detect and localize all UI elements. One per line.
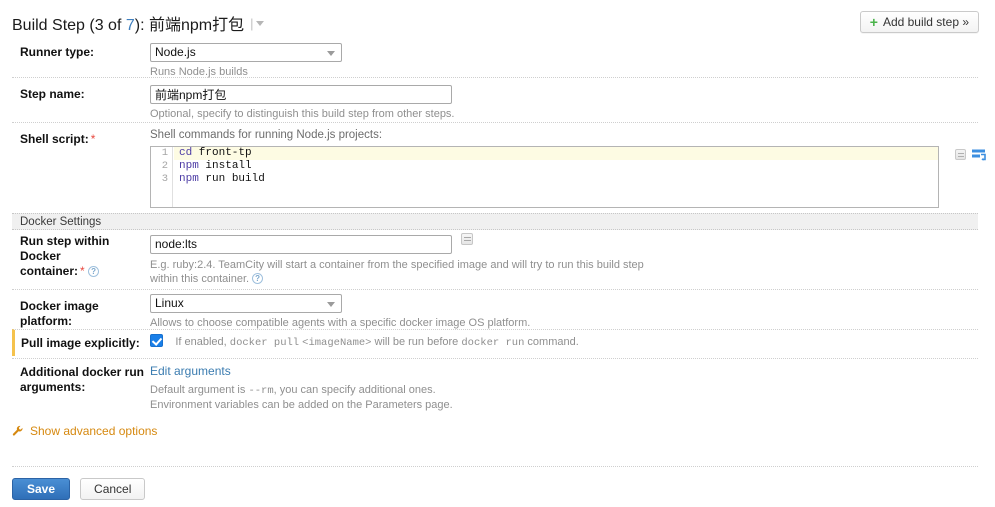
code-line: npm install — [174, 160, 938, 173]
page-title: Build Step (3 of 7): 前端npm打包 | — [12, 11, 266, 35]
add-build-step-button[interactable]: + Add build step » — [860, 11, 979, 33]
line-number: 3 — [151, 173, 172, 186]
docker-platform-select-wrapper: Linux — [150, 294, 342, 313]
row-step-name: Step name: Optional, specify to distingu… — [12, 77, 978, 117]
pull-image-label: Pull image explicitly: — [21, 336, 149, 351]
docker-run-args-hint-line1: Default argument is --rm, you can specif… — [150, 383, 453, 398]
code-line: npm run build — [174, 173, 938, 186]
plus-icon: + — [870, 15, 878, 29]
editor-code-lines: cd front-tp npm install npm run build — [174, 147, 938, 186]
code-docker-pull: docker pull — [230, 337, 299, 349]
page-title-step-name: 前端npm打包 — [149, 17, 244, 34]
add-build-step-label: Add build step » — [883, 15, 969, 29]
runner-type-label: Runner type: — [20, 45, 148, 60]
runner-type-select-wrapper: Node.js — [150, 43, 342, 62]
row-pull-image: Pull image explicitly: If enabled, docke… — [12, 329, 978, 356]
editor-settings-icon[interactable] — [955, 149, 966, 160]
docker-container-label: Run step within Docker container:* ? — [20, 234, 148, 279]
shell-script-editor[interactable]: 1 2 3 cd front-tp npm install npm run bu… — [150, 146, 939, 208]
docker-settings-section-header: Docker Settings — [12, 213, 978, 230]
footer-divider — [12, 466, 978, 467]
code-keyword: npm — [179, 173, 199, 185]
line-number: 2 — [151, 160, 172, 173]
row-shell-script: Shell script:* Shell commands for runnin… — [12, 122, 978, 210]
docker-run-args-hint-line2: Environment variables can be added on th… — [150, 398, 453, 412]
docker-image-picker-icon[interactable] — [461, 233, 473, 245]
required-marker: * — [91, 132, 96, 146]
row-docker-platform: Docker image platform: Linux Allows to c… — [12, 289, 978, 326]
show-advanced-options-toggle[interactable]: Show advanced options — [12, 424, 157, 438]
docker-run-args-label: Additional docker run arguments: — [20, 365, 148, 395]
edit-arguments-link[interactable]: Edit arguments — [150, 364, 231, 378]
help-icon[interactable]: ? — [88, 266, 99, 277]
code-text: run build — [199, 173, 265, 185]
save-button[interactable]: Save — [12, 478, 70, 500]
code-image-name: <imageName> — [302, 337, 371, 349]
help-icon[interactable]: ? — [252, 273, 263, 284]
row-docker-container: Run step within Docker container:* ? E.g… — [12, 231, 978, 288]
wrench-icon — [12, 425, 24, 437]
show-advanced-options-label: Show advanced options — [30, 424, 157, 438]
shell-script-label: Shell script:* — [20, 132, 148, 147]
docker-platform-label: Docker image platform: — [20, 299, 148, 329]
cancel-button[interactable]: Cancel — [80, 478, 145, 500]
line-number: 1 — [151, 147, 172, 160]
page-title-suffix: ): — [135, 17, 149, 34]
page-title-total-steps: 7 — [126, 17, 135, 34]
pull-image-checkbox[interactable] — [150, 334, 163, 347]
step-name-label: Step name: — [20, 87, 148, 102]
code-text: install — [199, 160, 252, 172]
chevron-down-icon[interactable] — [255, 18, 266, 29]
code-line: cd front-tp — [174, 147, 938, 160]
code-keyword: cd — [179, 147, 192, 159]
form-actions: Save Cancel — [12, 478, 145, 500]
step-name-input[interactable] — [150, 85, 452, 104]
editor-gutter: 1 2 3 — [151, 147, 173, 207]
code-docker-run: docker run — [461, 337, 524, 349]
pull-image-hint: If enabled, docker pull <imageName> will… — [175, 336, 578, 348]
title-divider: | — [250, 16, 253, 31]
shell-script-hint: Shell commands for running Node.js proje… — [150, 128, 939, 142]
code-text: front-tp — [192, 147, 251, 159]
runner-type-select[interactable]: Node.js — [150, 43, 342, 62]
row-runner-type: Runner type: Node.js Runs Node.js builds — [12, 36, 978, 72]
page-title-prefix: Build Step (3 of — [12, 17, 126, 34]
docker-container-input[interactable] — [150, 235, 452, 254]
docker-platform-hint: Allows to choose compatible agents with … — [150, 316, 530, 330]
docker-container-hint-line2: within this container. ? — [150, 272, 644, 286]
fullscreen-toggle-icon[interactable] — [972, 149, 986, 161]
docker-container-hint-line1: E.g. ruby:2.4. TeamCity will start a con… — [150, 258, 644, 272]
docker-platform-select[interactable]: Linux — [150, 294, 342, 313]
code-keyword: npm — [179, 160, 199, 172]
required-marker: * — [80, 264, 85, 278]
editor-toolbar — [955, 149, 986, 161]
build-step-form-page: Build Step (3 of 7): 前端npm打包 | + Add buil… — [0, 0, 995, 507]
code-rm-flag: --rm — [248, 385, 273, 397]
docker-settings-title: Docker Settings — [20, 216, 101, 228]
row-docker-run-args: Additional docker run arguments: Edit ar… — [12, 358, 978, 413]
step-name-hint: Optional, specify to distinguish this bu… — [150, 107, 455, 121]
